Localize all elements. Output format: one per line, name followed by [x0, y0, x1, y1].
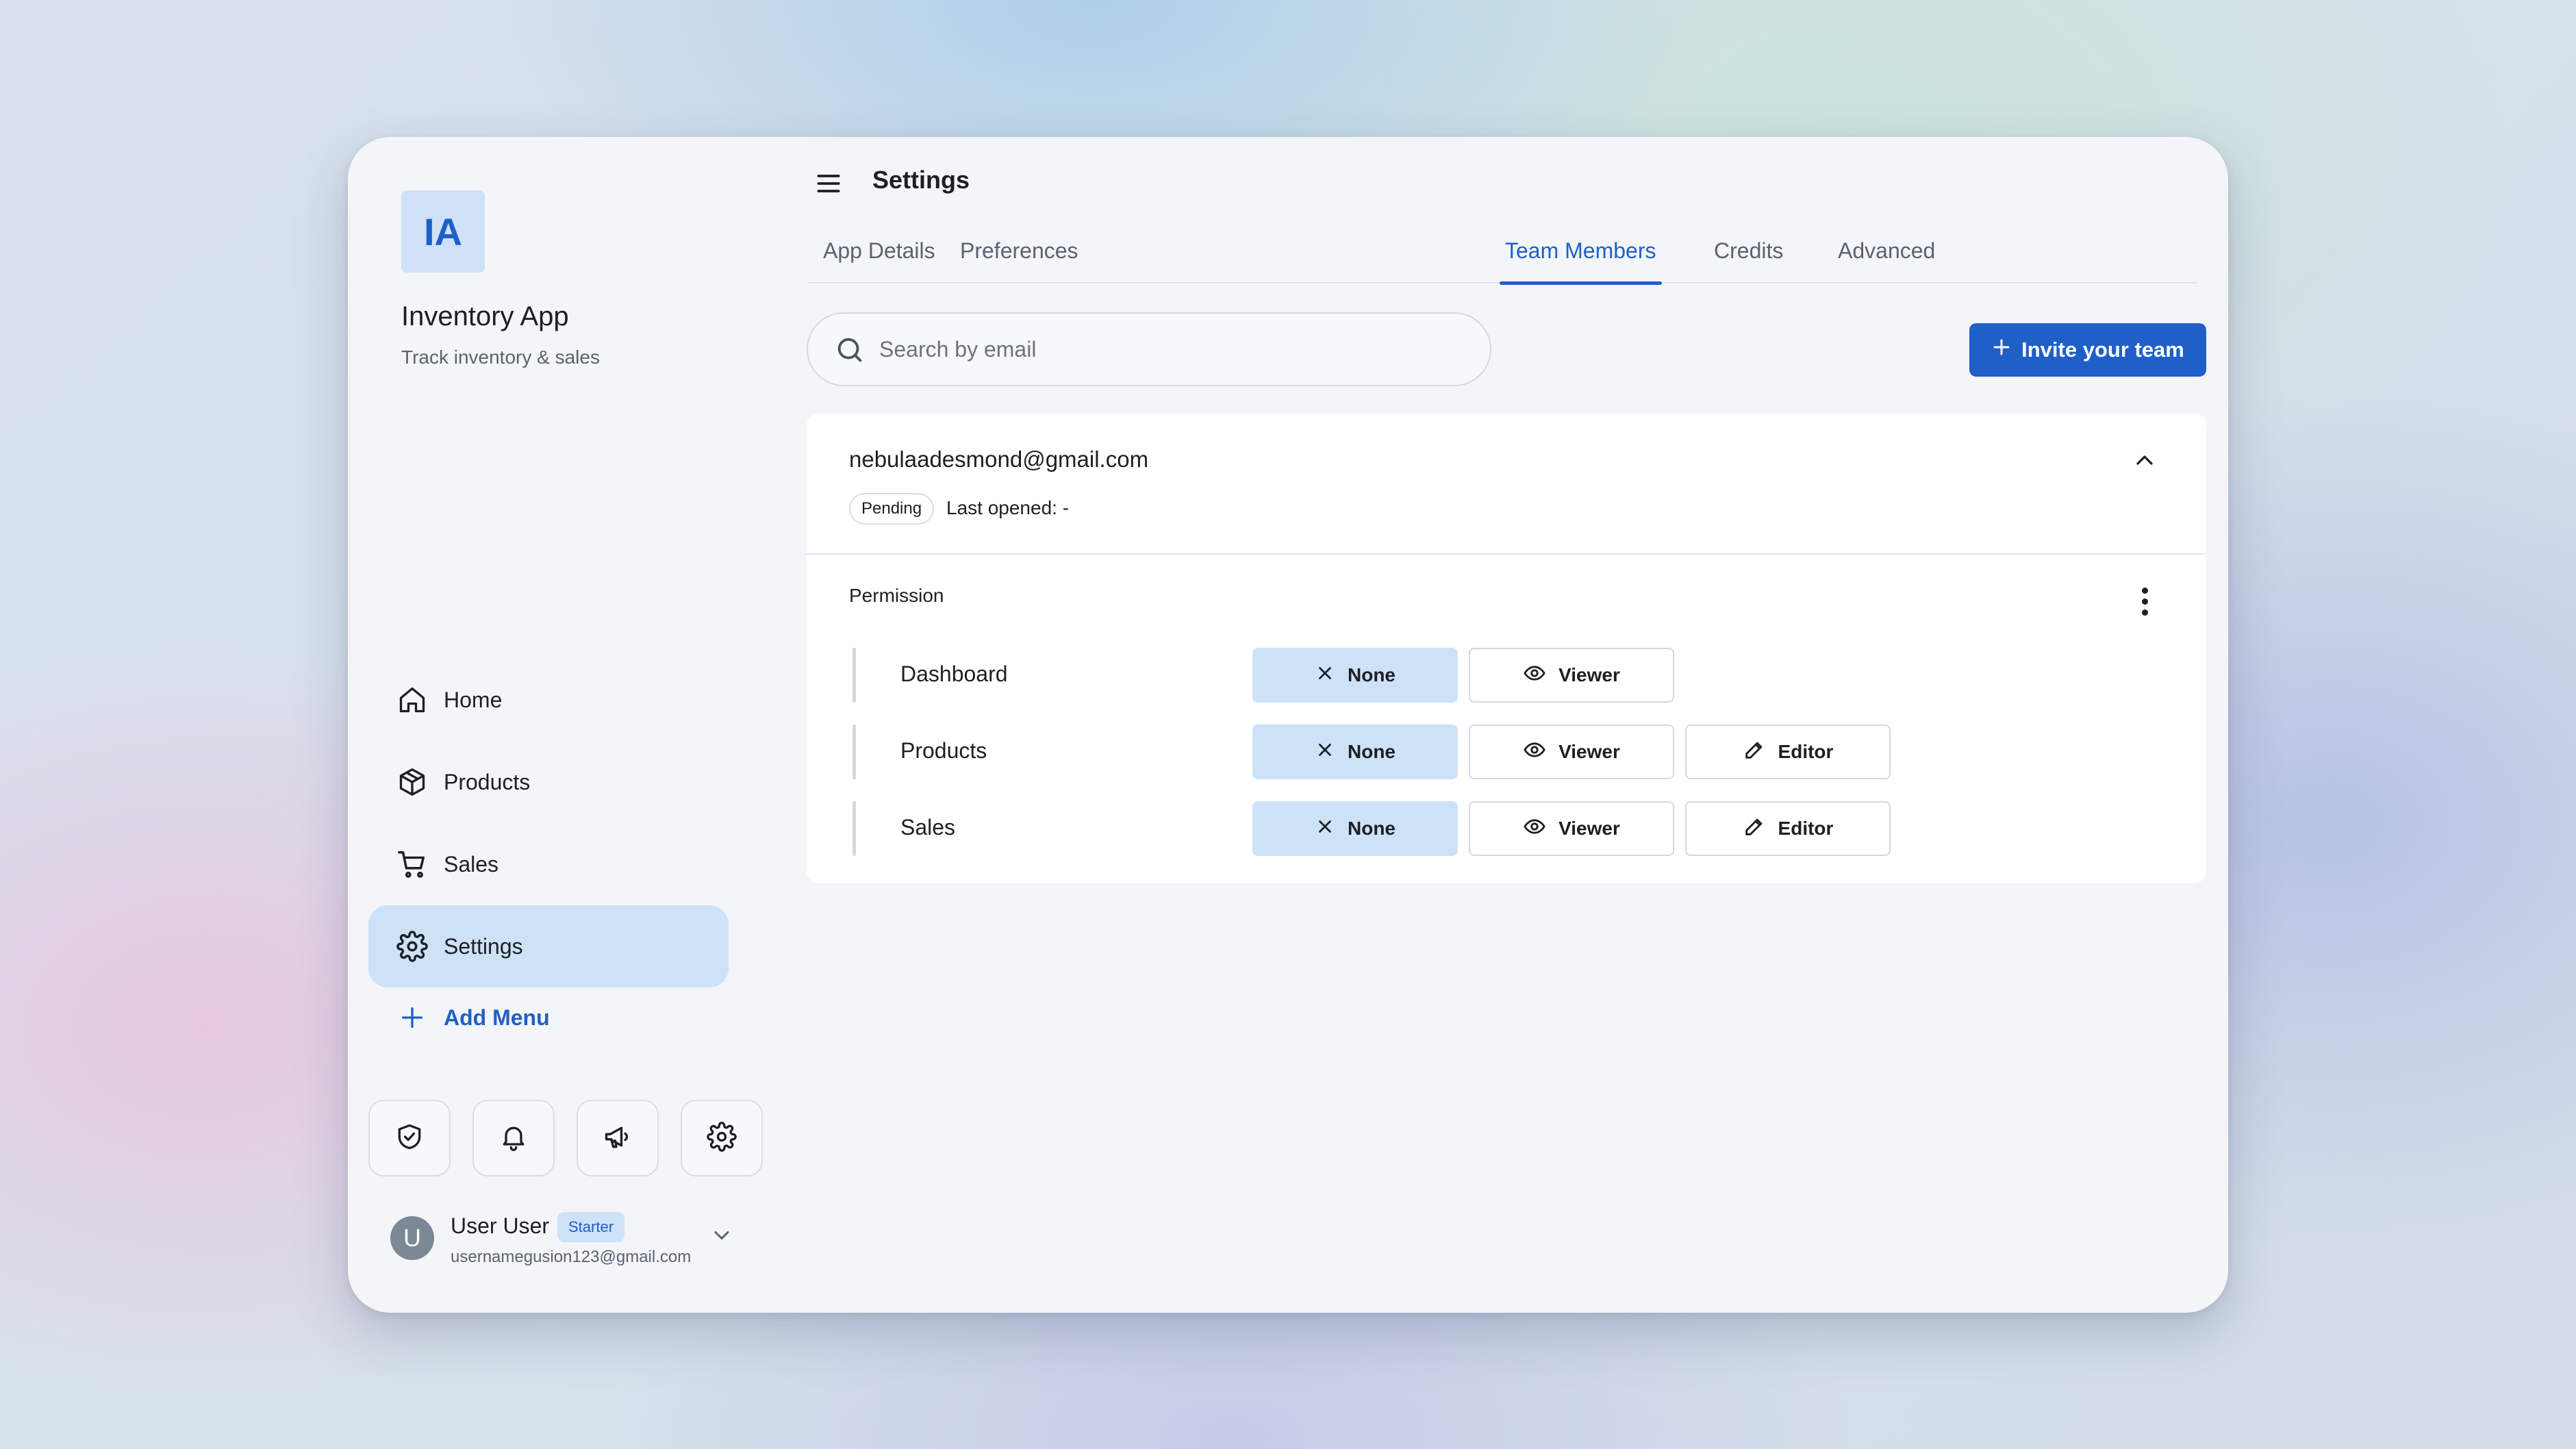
home-icon [396, 683, 429, 716]
search-box [807, 312, 1491, 386]
option-label: Viewer [1558, 664, 1620, 685]
member-email: nebulaadesmond@gmail.com [849, 446, 1149, 472]
box-icon [396, 766, 429, 798]
option-label: None [1348, 741, 1396, 762]
option-label: Viewer [1558, 741, 1620, 762]
sidebar-item-home[interactable]: Home [368, 659, 729, 741]
option-label: Editor [1778, 741, 1834, 762]
option-viewer-button[interactable]: Viewer [1469, 724, 1674, 779]
close-icon [1315, 663, 1335, 688]
option-editor-button[interactable]: Editor [1685, 724, 1891, 779]
plus-icon [1991, 337, 2012, 363]
option-none-button[interactable]: None [1252, 648, 1458, 703]
app-subtitle: Track inventory & sales [401, 346, 600, 368]
close-icon [1315, 740, 1335, 765]
chevron-down-icon [709, 1231, 734, 1250]
security-button[interactable] [368, 1100, 451, 1176]
last-opened-text: Last opened: - [946, 497, 1070, 518]
collapse-member-button[interactable] [2124, 441, 2165, 482]
settings-quick-button[interactable] [681, 1100, 763, 1176]
gear-icon [707, 1121, 737, 1155]
sidebar-item-label: Sales [444, 851, 499, 877]
bell-icon [498, 1122, 529, 1155]
pencil-icon [1743, 815, 1766, 843]
sidebar-item-label: Products [444, 769, 531, 794]
option-none-button[interactable]: None [1252, 801, 1458, 856]
permission-name: Sales [900, 815, 956, 840]
close-icon [1315, 816, 1335, 842]
menu-toggle-button[interactable] [808, 164, 849, 205]
page-title: Settings [872, 166, 970, 194]
row-indicator [853, 801, 856, 856]
permission-row-sales: Sales None Viewer Editor [853, 801, 2085, 856]
tab-credits[interactable]: Credits [1714, 233, 1783, 284]
sidebar-item-sales[interactable]: Sales [368, 823, 729, 905]
permission-name: Products [900, 738, 987, 763]
eye-icon [1523, 815, 1546, 843]
sidebar-item-settings[interactable]: Settings [368, 905, 729, 987]
add-menu-label: Add Menu [444, 1005, 550, 1030]
row-indicator [853, 648, 856, 703]
search-icon [834, 334, 866, 369]
plus-icon [396, 1001, 429, 1034]
add-menu-button[interactable]: Add Menu [368, 993, 729, 1042]
permission-row-products: Products None Viewer Editor [853, 724, 2085, 779]
user-email: usernamegusion123@gmail.com [451, 1248, 692, 1266]
kebab-icon [2141, 587, 2148, 616]
option-viewer-button[interactable]: Viewer [1469, 801, 1674, 856]
tab-app-details[interactable]: App Details [823, 233, 935, 284]
option-label: None [1348, 664, 1396, 685]
user-name: User User [451, 1213, 550, 1238]
option-none-button[interactable]: None [1252, 724, 1458, 779]
tab-preferences[interactable]: Preferences [960, 233, 1078, 284]
logo-initials: IA [424, 210, 462, 253]
app-logo: IA [401, 190, 485, 273]
permission-name: Dashboard [900, 662, 1008, 686]
sidebar-item-products[interactable]: Products [368, 741, 729, 823]
permission-label: Permission [849, 585, 944, 606]
eye-icon [1523, 662, 1546, 690]
announcements-button[interactable] [577, 1100, 659, 1176]
hamburger-icon [813, 168, 844, 202]
eye-icon [1523, 738, 1546, 766]
row-indicator [853, 724, 856, 779]
cart-icon [396, 848, 429, 881]
sidebar-item-label: Home [444, 687, 503, 712]
user-menu-toggle[interactable] [709, 1223, 734, 1251]
gear-icon [396, 930, 429, 963]
chevron-up-icon [2131, 446, 2158, 477]
app-name: Inventory App [401, 301, 569, 331]
option-editor-button[interactable]: Editor [1685, 801, 1891, 856]
plan-badge: Starter [557, 1212, 625, 1242]
invite-button-label: Invite your team [2021, 338, 2184, 362]
settings-tabs: App Details Preferences Team Members Cre… [808, 233, 2198, 285]
sidebar-item-label: Settings [444, 933, 523, 959]
status-badge: Pending [849, 493, 935, 525]
option-label: None [1348, 818, 1396, 839]
avatar[interactable]: U [390, 1216, 434, 1260]
more-options-button[interactable] [2131, 581, 2158, 622]
search-input[interactable] [879, 329, 1468, 370]
permission-row-dashboard-options: Dashboard None Viewer [853, 648, 2085, 703]
option-viewer-button[interactable]: Viewer [1469, 648, 1674, 703]
option-label: Viewer [1558, 818, 1620, 839]
tab-team-members[interactable]: Team Members [1500, 233, 1661, 285]
invite-team-button[interactable]: Invite your team [1969, 323, 2206, 377]
megaphone-icon [603, 1122, 633, 1155]
tab-advanced[interactable]: Advanced [1838, 233, 1935, 284]
shield-check-icon [394, 1122, 425, 1155]
notifications-button[interactable] [472, 1100, 555, 1176]
option-label: Editor [1778, 818, 1834, 839]
divider [807, 553, 2206, 555]
pencil-icon [1743, 738, 1766, 766]
